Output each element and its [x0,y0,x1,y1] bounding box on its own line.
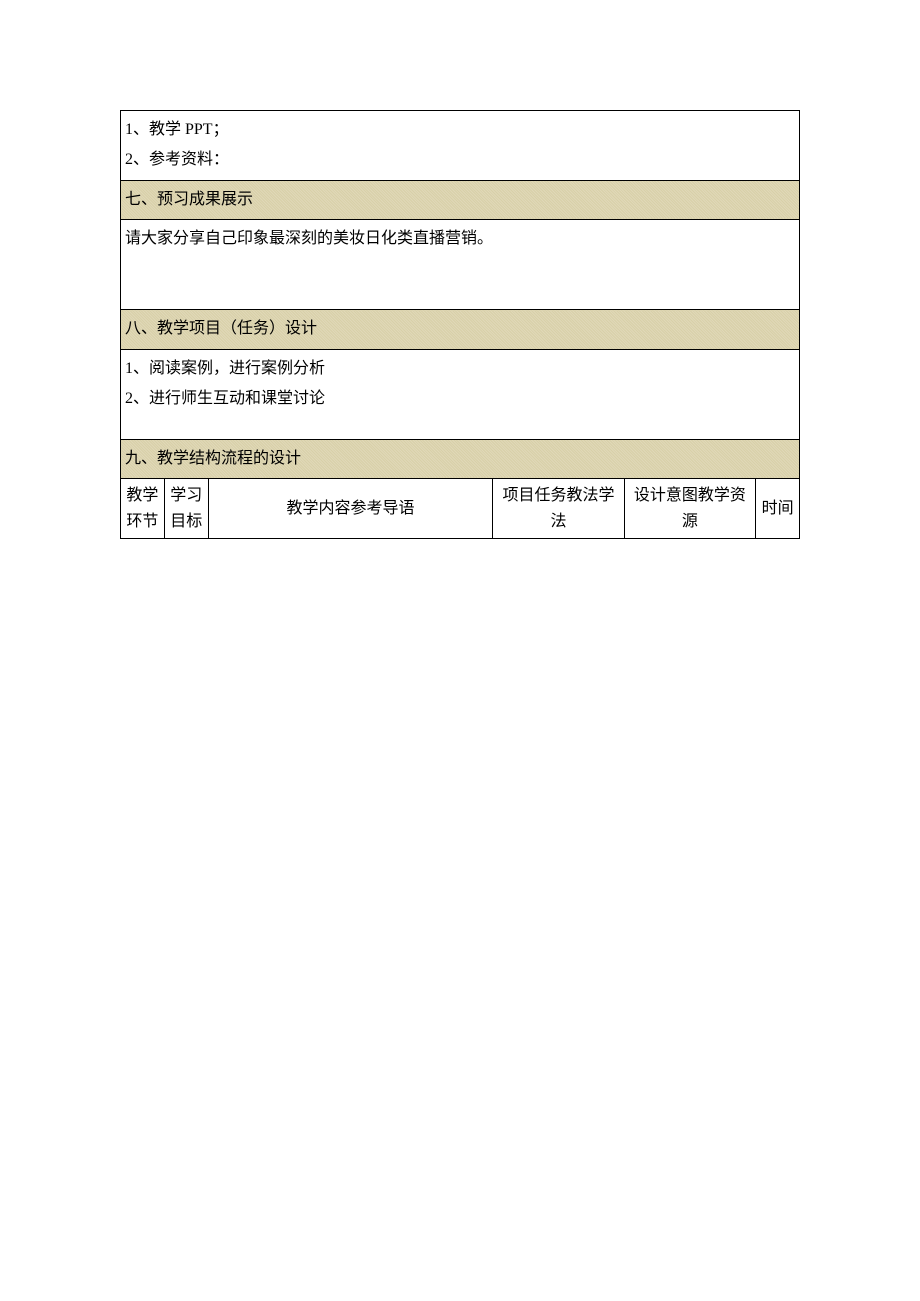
section-eight-item-1: 1、阅读案例，进行案例分析 [125,354,795,384]
col-header-time: 时间 [756,478,800,538]
section-eight-item-2: 2、进行师生互动和课堂讨论 [125,384,795,414]
section-eight-header: 八、教学项目（任务）设计 [121,310,800,349]
resource-item-2: 2、参考资料： [125,145,795,175]
col-header-project-task: 项目任务教法学法 [493,478,624,538]
resource-item-1: 1、教学 PPT； [125,115,795,145]
section-seven-content: 请大家分享自己印象最深刻的美妆日化类直播营销。 [121,220,800,310]
col-header-teaching-phase: 教学环节 [121,478,165,538]
lesson-plan-table: 1、教学 PPT； 2、参考资料： 七、预习成果展示 请大家分享自己印象最深刻的… [120,110,800,539]
col-header-design-resource: 设计意图教学资源 [624,478,755,538]
section-nine-header: 九、教学结构流程的设计 [121,439,800,478]
col-header-learning-goal: 学习目标 [164,478,208,538]
resources-cell: 1、教学 PPT； 2、参考资料： [121,111,800,181]
section-seven-header: 七、预习成果展示 [121,180,800,219]
flow-header-row: 教学环节 学习目标 教学内容参考导语 项目任务教法学法 设计意图教学资源 时间 [121,478,800,538]
col-header-content-guide: 教学内容参考导语 [208,478,493,538]
section-seven-text: 请大家分享自己印象最深刻的美妆日化类直播营销。 [125,224,795,254]
section-eight-content: 1、阅读案例，进行案例分析 2、进行师生互动和课堂讨论 [121,349,800,439]
